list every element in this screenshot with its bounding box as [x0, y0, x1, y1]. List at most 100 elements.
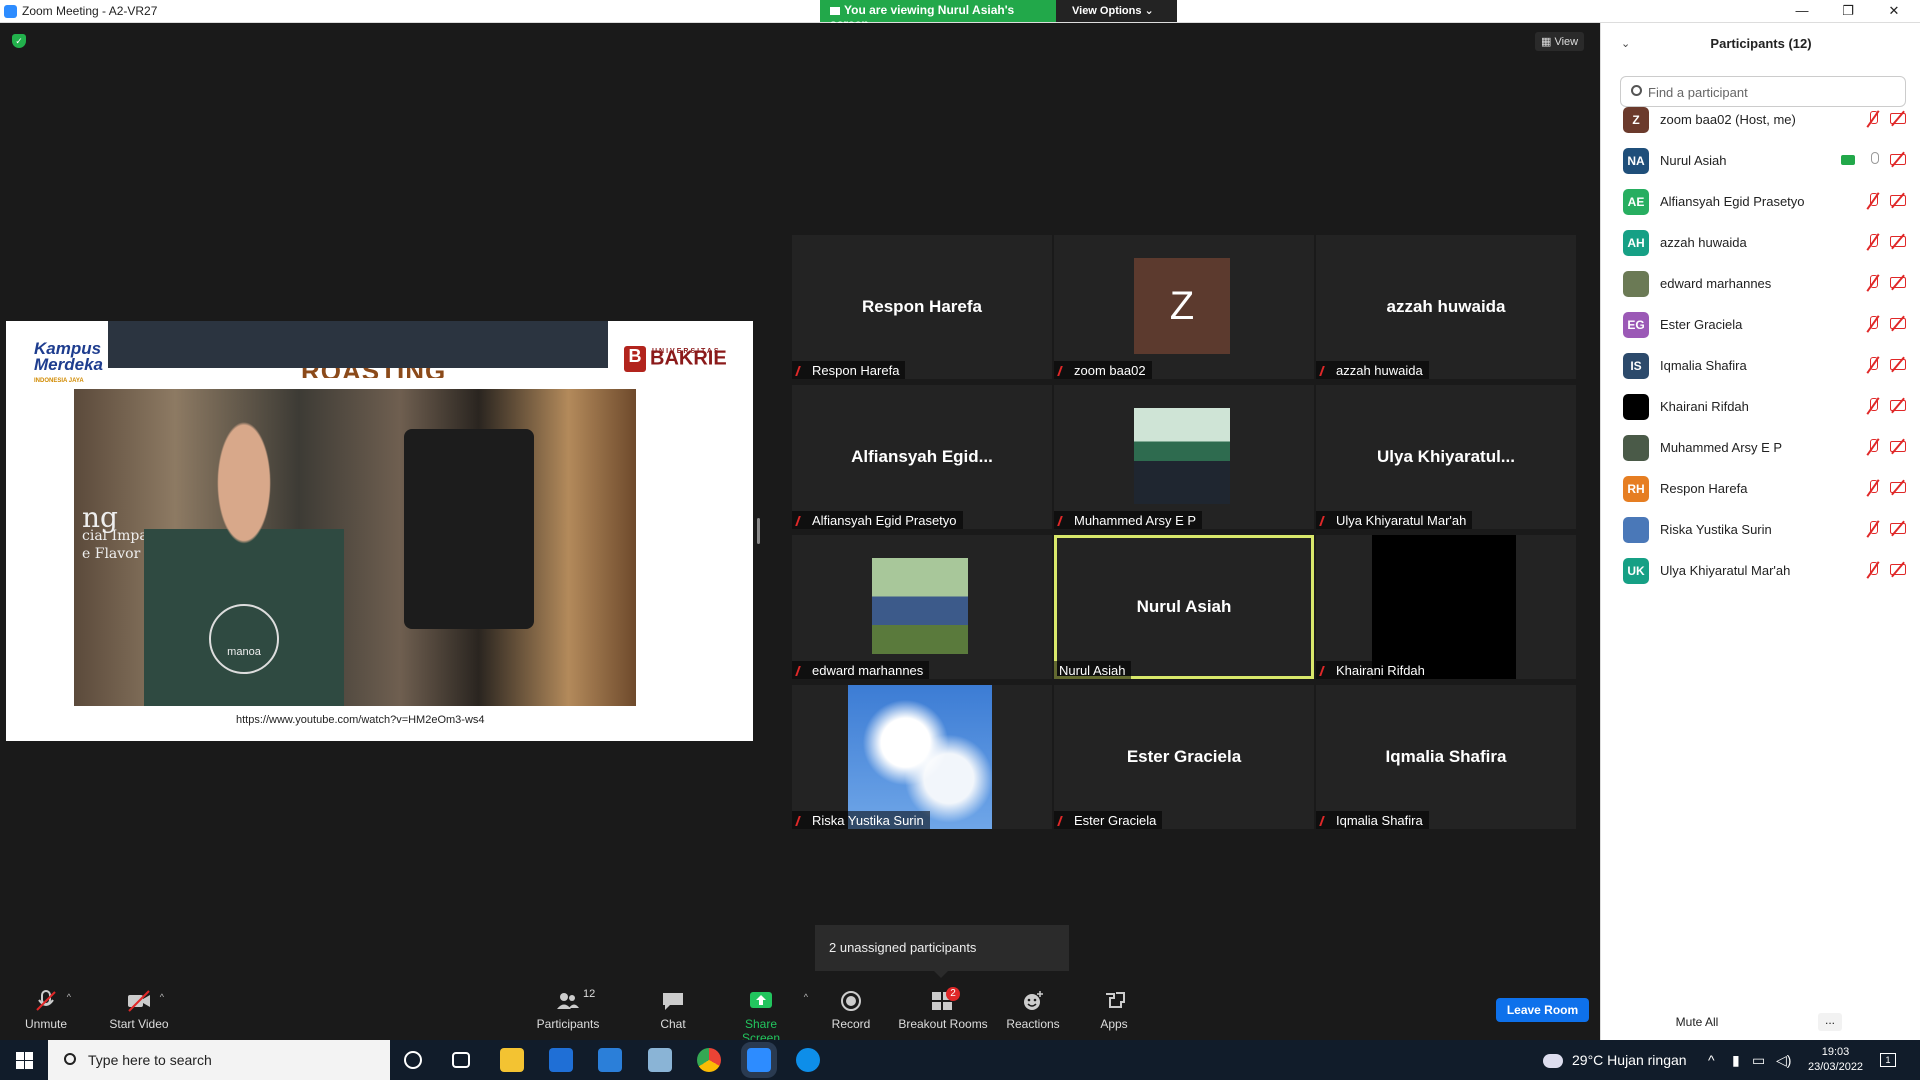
minimize-button[interactable]: — [1782, 2, 1822, 20]
tile-name-text: Respon Harefa [812, 363, 900, 378]
viewing-status: You are viewing Nurul Asiah's screen [820, 0, 1056, 31]
participant-search-input[interactable]: Find a participant [1620, 76, 1906, 107]
participant-row[interactable]: EG Ester Graciela [1620, 309, 1910, 341]
more-options-button[interactable]: ... [1818, 1013, 1842, 1031]
network-icon[interactable]: ▭ [1752, 1052, 1765, 1069]
reactions-label: Reactions [1006, 1017, 1060, 1031]
record-label: Record [831, 1017, 871, 1031]
tile-name-text: Ulya Khiyaratul Mar'ah [1336, 513, 1467, 528]
windows-start-icon[interactable] [16, 1052, 33, 1069]
reactions-button[interactable]: Reactions [1006, 990, 1060, 1031]
participant-row[interactable]: Riska Yustika Surin [1620, 514, 1910, 546]
cortana-icon[interactable] [404, 1051, 422, 1069]
video-tile[interactable]: Muhammed Arsy E P [1054, 385, 1314, 529]
participant-name: Ulya Khiyaratul Mar'ah [1660, 563, 1791, 578]
view-layout-button[interactable]: ▦ View [1535, 32, 1585, 51]
tile-display-name: Iqmalia Shafira [1385, 747, 1507, 766]
restore-button[interactable]: ❐ [1828, 2, 1868, 20]
video-tile[interactable]: Iqmalia Shafira Iqmalia Shafira [1316, 685, 1576, 829]
weather-text[interactable]: 29°C Hujan ringan [1572, 1052, 1687, 1068]
mute-all-button[interactable]: Mute All [1669, 1013, 1725, 1031]
tile-name-label: Respon Harefa [792, 361, 906, 379]
participant-avatar [1623, 394, 1649, 420]
muted-mic-icon [1319, 666, 1332, 676]
video-tile[interactable]: Respon Harefa Respon Harefa [792, 235, 1052, 379]
video-tile[interactable]: Khairani Rifdah [1316, 535, 1576, 679]
video-tile[interactable]: Ulya Khiyaratul... Ulya Khiyaratul Mar'ah [1316, 385, 1576, 529]
close-button[interactable]: ✕ [1874, 2, 1914, 20]
video-off-icon [1890, 400, 1906, 411]
unmute-button[interactable]: ^ Unmute [20, 990, 72, 1031]
participant-row[interactable]: Khairani Rifdah [1620, 391, 1910, 423]
encryption-shield-icon[interactable]: ✓ [12, 34, 26, 48]
participant-row[interactable]: IS Iqmalia Shafira [1620, 350, 1910, 382]
muted-mic-icon [1867, 316, 1879, 332]
apps-button[interactable]: Apps [1097, 990, 1131, 1031]
participant-avatar: Z [1623, 107, 1649, 133]
muted-mic-icon [1319, 516, 1332, 526]
muted-mic-icon [795, 516, 808, 526]
audio-options-caret-icon[interactable]: ^ [67, 992, 71, 1002]
participant-row[interactable]: AE Alfiansyah Egid Prasetyo [1620, 186, 1910, 218]
participant-avatar: AE [1623, 189, 1649, 215]
share-options-caret-icon[interactable]: ^ [804, 992, 808, 1002]
chrome-icon[interactable] [697, 1048, 721, 1072]
video-tile[interactable]: Zzoom baa02 [1054, 235, 1314, 379]
notification-center-icon[interactable]: 1 [1880, 1053, 1896, 1067]
meeting-area: ✓ ▦ View Kampus Merdeka INDONESIA JAYA R… [0, 23, 1600, 1040]
breakout-rooms-button[interactable]: 2 Breakout Rooms [898, 987, 988, 1031]
tile-name-label: Khairani Rifdah [1316, 661, 1431, 679]
tile-display-name: Ester Graciela [1126, 747, 1242, 766]
volume-icon[interactable]: ◁) [1776, 1052, 1791, 1069]
participants-button[interactable]: 12 Participants [535, 988, 601, 1031]
muted-mic-icon [1867, 193, 1879, 209]
participant-row[interactable]: RH Respon Harefa [1620, 473, 1910, 505]
muted-mic-icon [1867, 398, 1879, 414]
weather-cloud-icon[interactable] [1543, 1054, 1563, 1068]
participant-name: Ester Graciela [1660, 317, 1743, 332]
participant-row[interactable]: edward marhannes [1620, 268, 1910, 300]
teamviewer-icon[interactable] [796, 1048, 820, 1072]
participants-panel-title: Participants (12) [1710, 36, 1812, 51]
tile-name-text: zoom baa02 [1074, 363, 1146, 378]
video-tile[interactable]: Alfiansyah Egid... Alfiansyah Egid Praset… [792, 385, 1052, 529]
leave-room-button[interactable]: Leave Room [1496, 998, 1589, 1022]
notes-app-icon[interactable] [648, 1048, 672, 1072]
split-divider-handle[interactable] [757, 518, 760, 544]
show-hidden-icons-chevron-icon[interactable]: ^ [1708, 1052, 1715, 1068]
video-tile[interactable]: Nurul Asiah Nurul Asiah [1054, 535, 1314, 679]
taskbar-clock[interactable]: 19:03 23/03/2022 [1808, 1045, 1863, 1075]
share-screen-button[interactable]: ^ Share Screen [726, 990, 808, 1045]
microsoft-store-icon[interactable] [549, 1048, 573, 1072]
mail-icon[interactable] [598, 1048, 622, 1072]
breakout-rooms-icon: 2 [930, 987, 960, 1012]
participant-row[interactable]: AH azzah huwaida [1620, 227, 1910, 259]
start-video-button[interactable]: ^ Start Video [106, 990, 172, 1031]
participant-row[interactable]: UK Ulya Khiyaratul Mar'ah [1620, 555, 1910, 587]
participant-row[interactable]: NA Nurul Asiah [1620, 145, 1910, 177]
chat-button[interactable]: Chat [656, 990, 690, 1031]
record-button[interactable]: Record [830, 990, 872, 1031]
task-view-icon[interactable] [452, 1052, 470, 1068]
video-tile[interactable]: azzah huwaida azzah huwaida [1316, 235, 1576, 379]
video-options-caret-icon[interactable]: ^ [160, 992, 164, 1002]
zoom-taskbar-icon[interactable] [747, 1048, 771, 1072]
tile-name-text: Iqmalia Shafira [1336, 813, 1423, 828]
participant-avatar: UK [1623, 558, 1649, 584]
view-options-button[interactable]: View Options ⌄ [1056, 0, 1177, 22]
video-off-icon [1890, 523, 1906, 534]
start-video-label: Start Video [109, 1017, 169, 1031]
file-explorer-icon[interactable] [500, 1048, 524, 1072]
participant-row[interactable]: Muhammed Arsy E P [1620, 432, 1910, 464]
participant-name: edward marhannes [1660, 276, 1772, 291]
taskbar-search-box[interactable]: Type here to search [48, 1040, 390, 1080]
window-title: Zoom Meeting - A2-VR27 [22, 4, 158, 18]
video-tile[interactable]: Ester Graciela Ester Graciela [1054, 685, 1314, 829]
participant-row[interactable]: Zzoom baa02 (Host, me) [1620, 104, 1910, 136]
participant-avatar [1623, 271, 1649, 297]
video-tile[interactable]: Riska Yustika Surin [792, 685, 1052, 829]
tile-name-text: Riska Yustika Surin [812, 813, 924, 828]
video-tile[interactable]: edward marhannes [792, 535, 1052, 679]
video-off-icon [1890, 195, 1906, 206]
microphone-tray-icon[interactable]: ▮ [1732, 1052, 1740, 1069]
